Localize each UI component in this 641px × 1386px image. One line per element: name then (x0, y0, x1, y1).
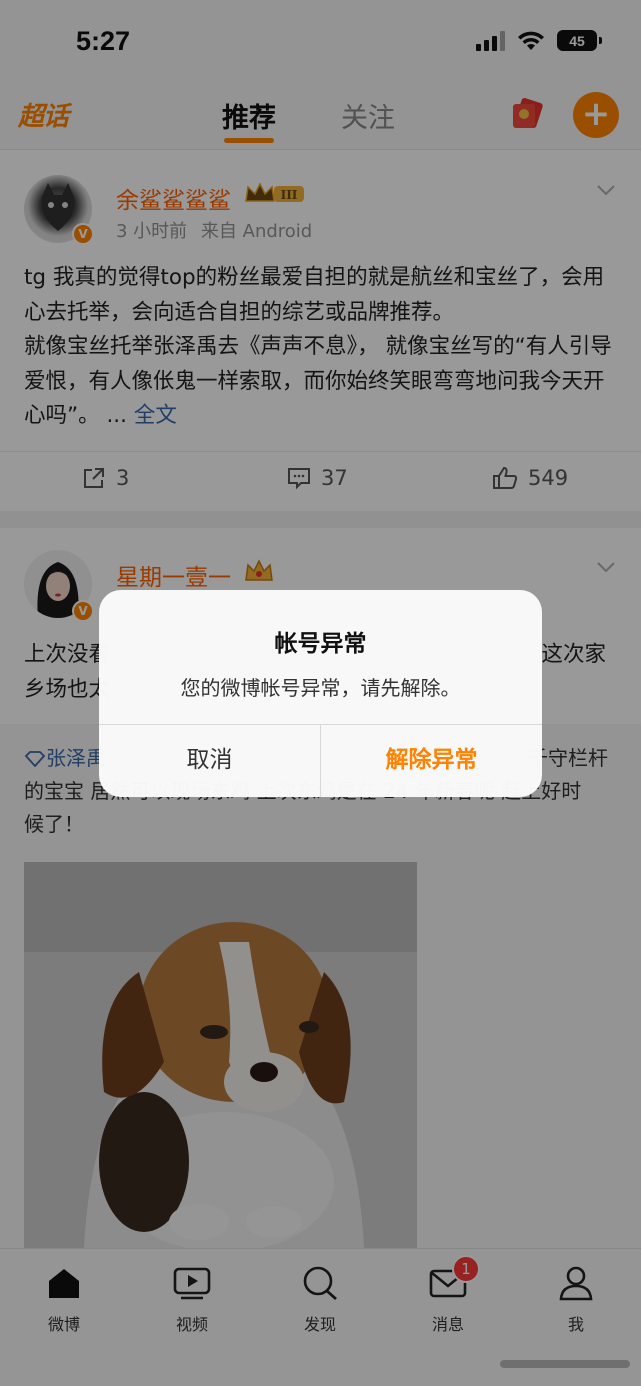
dialog-title: 帐号异常 (274, 631, 367, 657)
home-indicator (500, 1360, 630, 1368)
account-alert-dialog: 帐号异常 您的微博帐号异常，请先解除。 取消 解除异常 (99, 590, 542, 797)
dialog-message: 您的微博帐号异常，请先解除。 (180, 676, 461, 700)
cancel-button[interactable]: 取消 (99, 724, 320, 797)
resolve-anomaly-button[interactable]: 解除异常 (321, 724, 542, 797)
